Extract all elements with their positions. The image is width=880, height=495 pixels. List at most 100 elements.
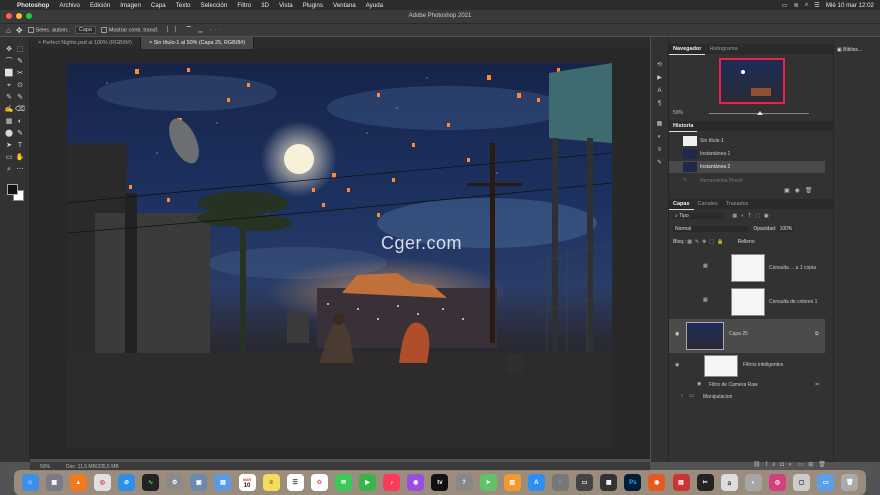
maps-icon[interactable]: ➤: [479, 474, 497, 491]
messages-icon[interactable]: ✉: [334, 474, 352, 491]
opacity-input[interactable]: 100%: [777, 226, 795, 232]
menu-imagen[interactable]: Imagen: [115, 2, 146, 9]
control-center-icon[interactable]: ☰: [814, 2, 820, 9]
notes-icon[interactable]: ≡: [262, 474, 280, 491]
group-row[interactable]: › ▭ Manipulacion: [669, 392, 825, 402]
tab-capas[interactable]: Capas: [669, 199, 694, 210]
folder-dock-icon[interactable]: ▭: [817, 474, 835, 491]
instagram-icon[interactable]: ◎: [768, 474, 786, 491]
history-item-selected[interactable]: Instantánea 2: [669, 161, 825, 173]
photoshop-icon[interactable]: Ps: [624, 474, 642, 491]
document-icon[interactable]: ▢: [793, 474, 811, 491]
tab-trazados[interactable]: Trazados: [722, 199, 753, 209]
status-zoom[interactable]: 50%: [40, 464, 50, 470]
paragraph-panel-icon[interactable]: ¶: [655, 100, 665, 108]
tab-navegador[interactable]: Navegador: [669, 44, 706, 55]
type-tool-icon[interactable]: T: [15, 141, 25, 150]
dodge-tool-icon[interactable]: ◐: [15, 117, 25, 126]
character-panel-icon[interactable]: A: [655, 87, 665, 95]
smart-filter-item[interactable]: ◉ Filtro de Camera Raw ⚌: [669, 380, 825, 390]
link-icon[interactable]: ⛓: [753, 462, 766, 468]
chat-icon[interactable]: ◐: [744, 474, 762, 491]
crop-tool-icon[interactable]: ⬜: [4, 69, 14, 78]
eyedropper-tool-icon[interactable]: ⌖: [4, 81, 14, 90]
new-document-icon[interactable]: ▣: [784, 188, 795, 194]
battery-icon[interactable]: ▭: [782, 2, 788, 9]
books-icon[interactable]: ▥: [503, 474, 521, 491]
pen-tool-icon[interactable]: ✎: [15, 129, 25, 138]
path-select-tool-icon[interactable]: ➤: [4, 141, 14, 150]
firefox-icon[interactable]: ◉: [648, 474, 666, 491]
screenshot-icon[interactable]: ◌: [551, 474, 569, 491]
system-prefs-icon[interactable]: ⚙: [166, 474, 184, 491]
menu-archivo[interactable]: Archivo: [54, 2, 85, 9]
menu-filtro[interactable]: Filtro: [232, 2, 256, 9]
apple-tv-icon[interactable]: tv: [431, 474, 449, 491]
history-item[interactable]: ✎ Herramienta Pincel: [669, 176, 825, 186]
menu-app-name[interactable]: Photoshop: [12, 2, 54, 9]
menu-seleccion[interactable]: Selección: [195, 2, 232, 9]
shape-tool-icon[interactable]: ▭: [4, 153, 14, 162]
foreground-color-swatch[interactable]: [7, 184, 18, 195]
scissors-icon[interactable]: ✂: [696, 474, 714, 491]
mask-icon[interactable]: ◘: [780, 462, 789, 468]
visibility-eye-icon[interactable]: ◉: [697, 381, 701, 387]
calculator-icon[interactable]: ▦: [600, 474, 618, 491]
new-layer-icon[interactable]: ⊞: [808, 462, 818, 468]
flowchart-icon[interactable]: ▤: [672, 474, 690, 491]
history-panel-icon[interactable]: ⟲: [655, 61, 665, 69]
navigator-preview[interactable]: [719, 58, 785, 104]
status-doc-size[interactable]: Doc: 11,5 MB/335,5 MB: [66, 464, 119, 470]
navigator-zoom[interactable]: 50%: [673, 110, 683, 116]
move-tool-icon[interactable]: ✥: [16, 26, 23, 35]
music-icon[interactable]: ♪: [383, 474, 401, 491]
zoom-window-button[interactable]: [26, 13, 32, 19]
fx-icon[interactable]: fx: [766, 462, 781, 468]
layer-row[interactable]: ▦ Consulta ... a 1 copia: [669, 251, 825, 285]
activity-monitor-icon[interactable]: ∿: [142, 474, 160, 491]
slice-tool-icon[interactable]: ✂: [15, 69, 25, 78]
quick-select-tool-icon[interactable]: ✎: [15, 57, 25, 66]
search-icon[interactable]: ⌕: [805, 1, 808, 9]
close-window-button[interactable]: [6, 13, 12, 19]
delete-layer-icon[interactable]: 🗑: [818, 462, 831, 468]
brush-tool-icon[interactable]: ✎: [4, 93, 14, 102]
visibility-eye-icon[interactable]: ◉: [675, 331, 679, 337]
finder-icon[interactable]: ☺: [21, 474, 39, 491]
expand-chevron-icon[interactable]: ›: [681, 393, 683, 399]
show-transform-checkbox[interactable]: Mostrar contr. transf.: [100, 26, 158, 33]
brush-panel-icon[interactable]: ✎: [655, 159, 665, 167]
visibility-eye-icon[interactable]: ◉: [675, 362, 679, 368]
actions-panel-icon[interactable]: ▶: [655, 74, 665, 82]
facetime-icon[interactable]: ▶: [359, 474, 377, 491]
auto-select-dropdown[interactable]: Capa: [75, 26, 96, 34]
podcasts-icon[interactable]: ◉: [407, 474, 425, 491]
history-brush-tool-icon[interactable]: ✍: [4, 105, 14, 114]
lock-icons[interactable]: ▦✎✥⬚🔒: [687, 239, 726, 245]
wifi-icon[interactable]: ≋: [794, 2, 799, 9]
vlc-icon[interactable]: ▲: [69, 474, 87, 491]
photos-icon[interactable]: ✿: [310, 474, 328, 491]
layer-filter-dropdown[interactable]: ⌕ Tipo: [673, 213, 723, 219]
marquee-tool-icon[interactable]: ⬚: [15, 45, 25, 54]
image-capture-icon[interactable]: ▣: [190, 474, 208, 491]
document-canvas[interactable]: [67, 63, 612, 449]
menu-texto[interactable]: Texto: [171, 2, 196, 9]
healing-tool-icon[interactable]: ⊙: [15, 81, 25, 90]
calendar-icon[interactable]: MAR 10: [238, 474, 256, 491]
menu-ventana[interactable]: Ventana: [328, 2, 361, 9]
history-item[interactable]: Instantánea 1: [669, 148, 825, 160]
history-item[interactable]: Sin título-1: [669, 135, 825, 147]
menu-capa[interactable]: Capa: [146, 2, 171, 9]
stamp-tool-icon[interactable]: ✎: [15, 93, 25, 102]
blend-mode-dropdown[interactable]: Normal: [673, 226, 748, 232]
auto-select-checkbox[interactable]: Selec. autom.:: [27, 26, 70, 33]
doc-tab-sin-titulo[interactable]: × Sin título-1 al 50% (Capa 25, RGB/8#): [140, 37, 254, 49]
filter-options-icon[interactable]: ⚌: [815, 381, 819, 387]
zoom-tool-icon[interactable]: ⌕: [4, 165, 14, 174]
script-editor-icon[interactable]: ａ: [720, 474, 738, 491]
home-icon[interactable]: ⌂: [6, 26, 11, 35]
menu-edicion[interactable]: Edición: [85, 2, 115, 9]
layer-row-selected[interactable]: ◉ Capa 25 ⧉: [669, 319, 825, 353]
group-icon[interactable]: ▭: [798, 462, 809, 468]
